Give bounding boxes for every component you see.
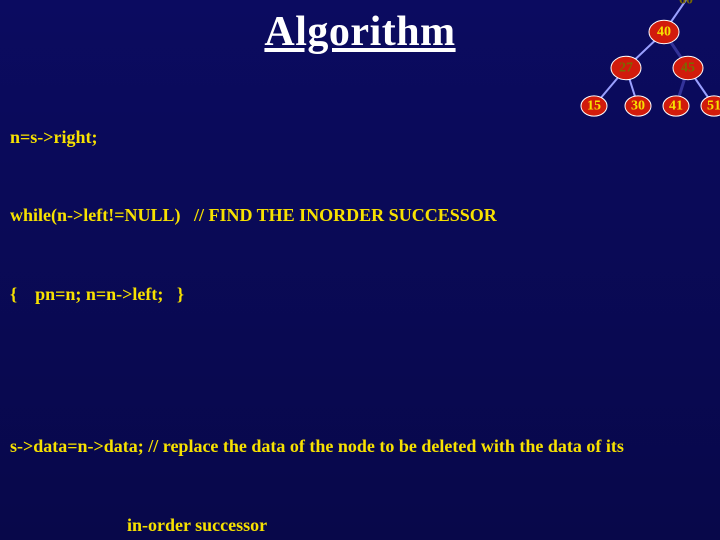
code-line: s->data=n->data; // replace the data of …	[10, 433, 710, 459]
code-line: in-order successor	[10, 512, 710, 538]
code-line: while(n->left!=NULL) // FIND THE INORDER…	[10, 202, 710, 228]
code-block-1: n=s->right; while(n->left!=NULL) // FIND…	[10, 72, 710, 359]
svg-text:60: 60	[679, 0, 693, 8]
code-block-2: s->data=n->data; // replace the data of …	[10, 381, 710, 540]
slide-title: Algorithm	[10, 8, 710, 56]
code-line: n=s->right;	[10, 124, 710, 150]
code-line: { pn=n; n=n->left; }	[10, 281, 710, 307]
slide: 6040274515304151 Algorithm n=s->right; w…	[0, 0, 720, 540]
